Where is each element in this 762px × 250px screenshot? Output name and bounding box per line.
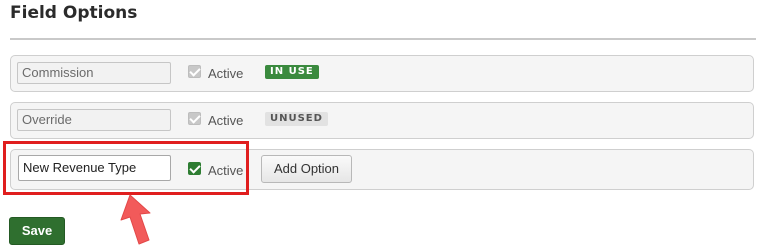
option-row-override: Override Active UNUSED xyxy=(10,102,754,139)
active-checkbox[interactable] xyxy=(188,112,201,125)
highlight-box xyxy=(3,141,249,195)
page-title: Field Options xyxy=(10,3,138,23)
option-row-commission: Commission Active IN USE xyxy=(10,55,754,92)
active-checkbox[interactable] xyxy=(188,65,201,78)
status-badge: UNUSED xyxy=(265,112,328,126)
status-badge: IN USE xyxy=(265,65,319,79)
option-name-field[interactable]: Commission xyxy=(17,62,171,84)
add-option-button[interactable]: Add Option xyxy=(261,155,352,183)
active-label: Active xyxy=(208,66,244,81)
arrow-up-icon xyxy=(120,194,151,245)
title-divider xyxy=(10,38,756,40)
active-label: Active xyxy=(208,113,244,128)
option-name-field[interactable]: Override xyxy=(17,109,171,131)
save-button[interactable]: Save xyxy=(9,217,65,245)
